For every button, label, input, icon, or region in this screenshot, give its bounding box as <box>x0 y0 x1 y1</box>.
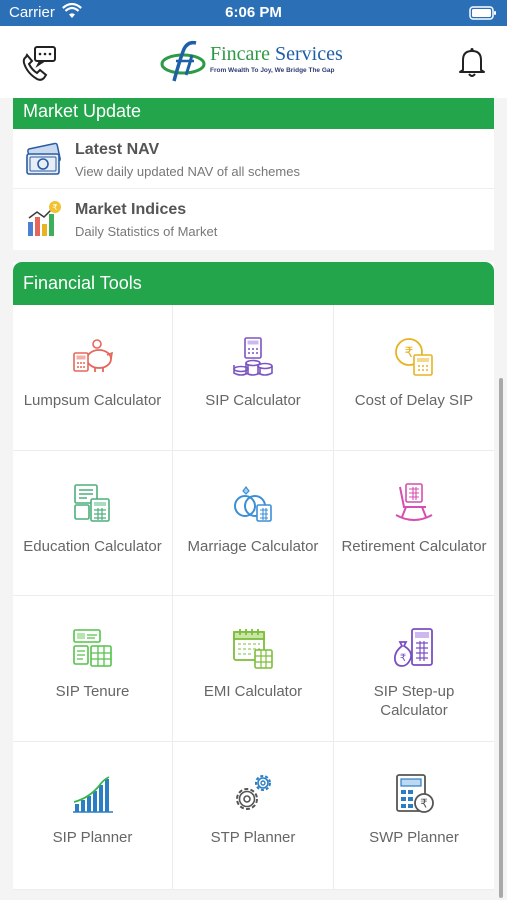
bell-icon[interactable] <box>457 46 487 78</box>
market-indices-item[interactable]: ₹ Market Indices Daily Statistics of Mar… <box>13 190 494 248</box>
logo-brand: Fincare <box>210 43 270 65</box>
piggy-bank-icon <box>71 335 115 379</box>
money-bag-calculator-icon: ₹ <box>392 626 436 670</box>
banknote-icon <box>25 140 63 178</box>
tool-sip-tenure[interactable]: SIP Tenure <box>13 596 173 742</box>
tool-sip-step-up-calculator[interactable]: ₹ SIP Step-up Calculator <box>334 596 494 742</box>
phone-chat-icon[interactable] <box>18 43 60 83</box>
tool-sip-planner[interactable]: SIP Planner <box>13 742 173 890</box>
tool-label: SIP Planner <box>52 829 133 846</box>
svg-text:₹: ₹ <box>52 203 57 212</box>
tool-label: EMI Calculator <box>203 683 303 700</box>
financial-tools-header: Financial Tools <box>13 262 494 305</box>
latest-nav-item[interactable]: Latest NAV View daily updated NAV of all… <box>13 130 494 189</box>
tool-label: Retirement Calculator <box>341 538 487 555</box>
svg-text:₹: ₹ <box>400 653 406 664</box>
logo-tagline: From Wealth To Joy, We Bridge The Gap <box>210 67 335 74</box>
tool-sip-calculator[interactable]: SIP Calculator <box>173 305 334 451</box>
tool-label: SIP Calculator <box>205 392 301 409</box>
svg-text:₹: ₹ <box>405 345 414 361</box>
tool-stp-planner[interactable]: STP Planner <box>173 742 334 890</box>
svg-text:₹: ₹ <box>420 797 428 811</box>
tool-retirement-calculator[interactable]: Retirement Calculator <box>334 451 494 596</box>
tool-label: SIP Tenure <box>55 683 130 700</box>
education-calculator-icon <box>71 481 115 525</box>
latest-nav-subtitle: View daily updated NAV of all schemes <box>75 164 300 179</box>
latest-nav-title: Latest NAV <box>75 141 160 158</box>
tool-label: Marriage Calculator <box>187 538 319 555</box>
market-update-card: Market Update Latest NAV View daily upda… <box>13 98 494 250</box>
status-bar: Carrier 6:06 PM <box>0 0 507 26</box>
tool-swp-planner[interactable]: ₹ SWP Planner <box>334 742 494 890</box>
clock: 6:06 PM <box>225 4 282 21</box>
tool-education-calculator[interactable]: Education Calculator <box>13 451 173 596</box>
tool-lumpsum-calculator[interactable]: Lumpsum Calculator <box>13 305 173 451</box>
rupee-calculator-icon: ₹ <box>392 772 436 816</box>
tool-marriage-calculator[interactable]: Marriage Calculator <box>173 451 334 596</box>
rupee-clock-calculator-icon: ₹ <box>392 335 436 379</box>
calendar-calculator-icon <box>231 626 275 670</box>
financial-tools-card: Financial Tools Lumpsum Calculator SIP C… <box>13 262 494 890</box>
bar-chart-rupee-icon: ₹ <box>25 200 63 238</box>
rocking-chair-icon <box>392 481 436 525</box>
scrollbar[interactable] <box>499 378 503 898</box>
logo-title: Fincare Services <box>210 43 343 66</box>
market-update-header: Market Update <box>13 98 494 129</box>
tool-label: Lumpsum Calculator <box>23 392 162 409</box>
tool-cost-of-delay-sip[interactable]: ₹ Cost of Delay SIP <box>334 305 494 451</box>
tool-emi-calculator[interactable]: EMI Calculator <box>173 596 334 742</box>
market-update-title: Market Update <box>23 101 142 121</box>
coin-stack-icon <box>231 335 275 379</box>
gears-icon <box>231 772 275 816</box>
battery-icon <box>469 6 497 25</box>
tool-label: Education Calculator <box>23 538 162 555</box>
tool-label: SIP Step-up Calculator <box>373 683 455 719</box>
logo-services: Services <box>274 43 343 65</box>
app-header: Fincare Services From Wealth To Joy, We … <box>0 26 507 98</box>
sip-tenure-icon <box>71 626 115 670</box>
rings-icon <box>231 481 275 525</box>
fincare-logo: Fincare Services From Wealth To Joy, We … <box>160 39 360 87</box>
market-indices-subtitle: Daily Statistics of Market <box>75 224 218 239</box>
tool-label: SWP Planner <box>369 829 459 846</box>
tool-label: STP Planner <box>210 829 296 846</box>
growth-chart-icon <box>71 772 115 816</box>
financial-tools-title: Financial Tools <box>23 273 142 293</box>
tool-label: Cost of Delay SIP <box>354 392 474 409</box>
tools-grid: Lumpsum Calculator SIP Calculator ₹ Cost… <box>13 305 494 890</box>
market-indices-title: Market Indices <box>75 201 187 218</box>
